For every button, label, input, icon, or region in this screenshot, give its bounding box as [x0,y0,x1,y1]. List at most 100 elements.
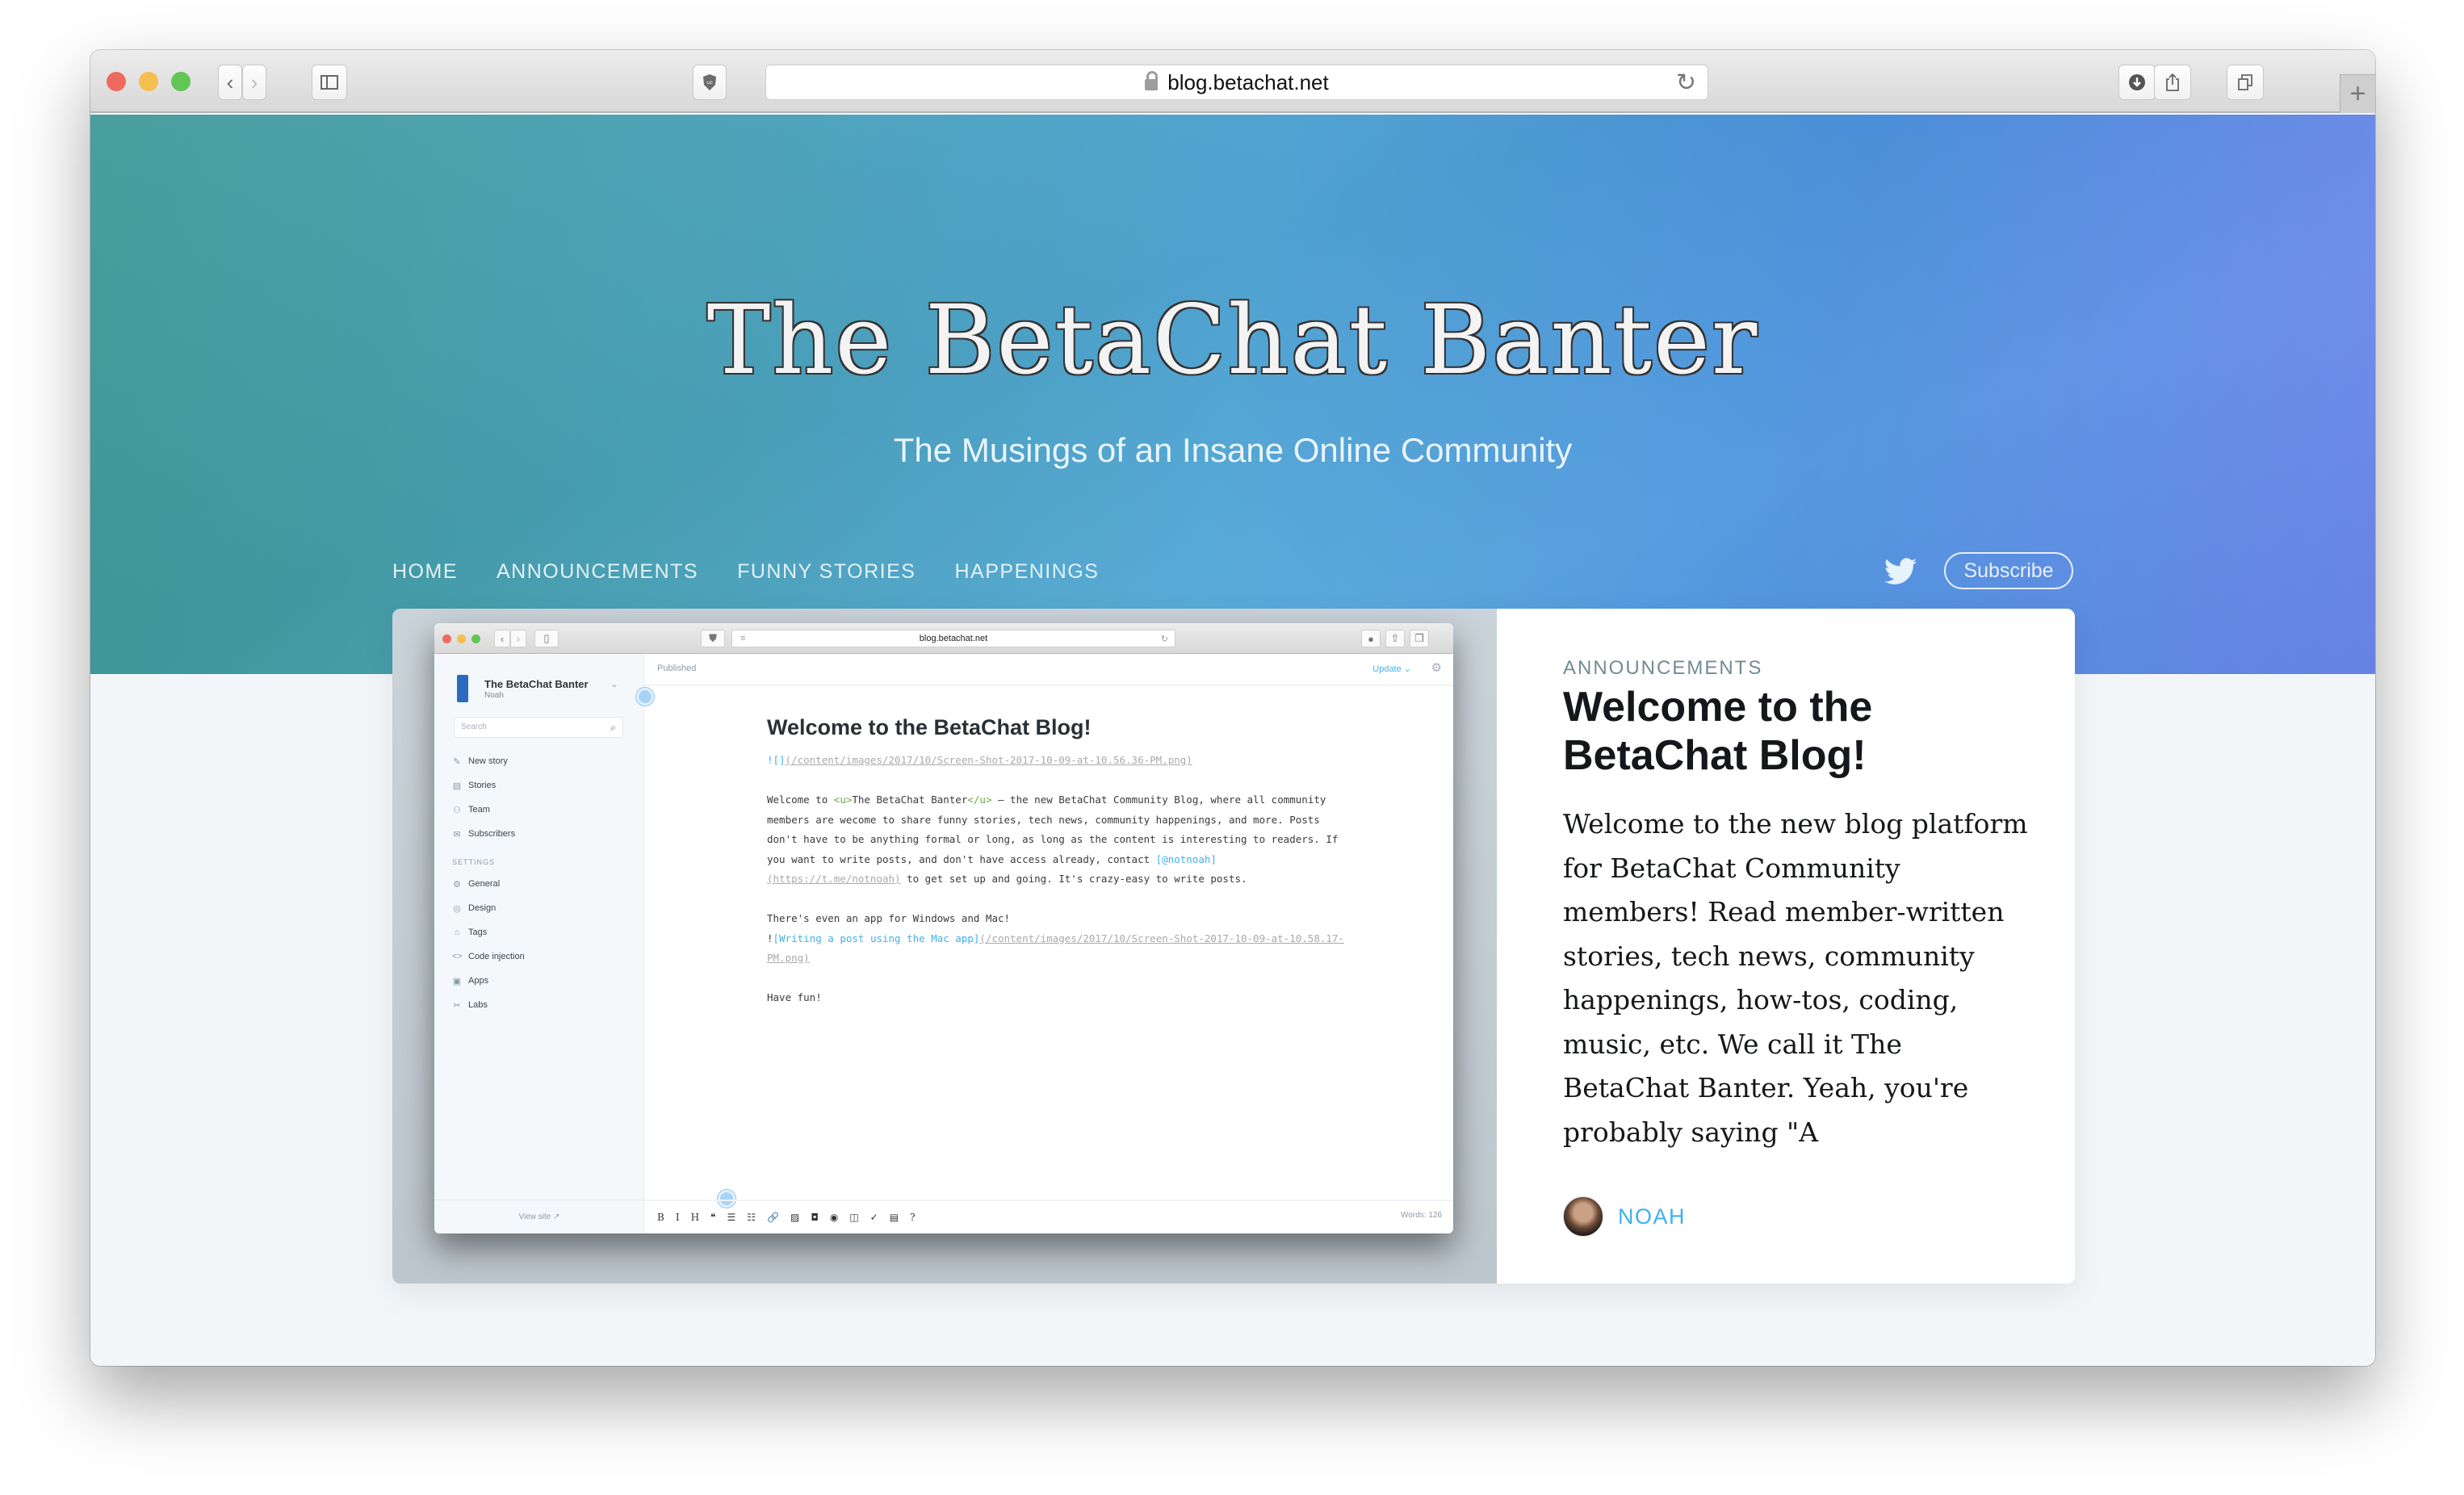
view-site-label: View site [518,1212,551,1221]
main-nav: HOME ANNOUNCEMENTS FUNNY STORIES HAPPENI… [392,560,1099,584]
compass-icon: ◎ [453,903,461,914]
md-p1a: Welcome to [767,794,834,806]
md-img2-alt: [Writing a post using the Mac app] [773,932,980,944]
blog-name: The BetaChat Banter [484,678,589,690]
link-icon: 🔗 [767,1212,779,1223]
browser-toolbar: ‹ › uo blog.betachat.net ↻ + [90,50,2375,113]
settings-label: Labs [468,1000,488,1010]
reload-icon[interactable]: ↻ [1676,69,1696,97]
tabs-overview-button[interactable] [2227,65,2264,100]
mail-icon: ✉ [453,829,461,840]
editor-search-placeholder: Search [461,722,487,731]
page-viewport: The BetaChat Banter The Musings of an In… [90,115,2375,1366]
settings-label: Design [468,903,497,913]
side-by-side-icon: ◫ [849,1212,859,1223]
editor-screenshot: ‹ › ▯ ⛊ ≡ blog.betachat.net ↻ ● ⇧ ❐ The … [434,623,1453,1233]
menu-label: Stories [468,781,497,790]
camera-icon: ◘ [811,1212,819,1223]
new-tab-button[interactable]: + [2340,74,2375,113]
md-img2-prefix: ! [767,932,773,944]
forward-button[interactable]: › [242,65,266,100]
editor-divider [644,685,1453,686]
site-title[interactable]: The BetaChat Banter [90,284,2375,396]
lock-icon [1145,71,1159,90]
editor-settings-item: ⚙ General [452,872,525,896]
featured-post-image[interactable]: ‹ › ▯ ⛊ ≡ blog.betachat.net ↻ ● ⇧ ❐ The … [392,609,1497,1284]
md-p1b: The BetaChat Banter [852,794,968,806]
search-icon: ⌕ [610,722,616,733]
menu-label: Subscribers [468,829,516,839]
mini-minimize-dot [457,634,466,643]
md-img1-url: (/content/images/2017/10/Screen-Shot-201… [785,754,1192,766]
browser-window: ‹ › uo blog.betachat.net ↻ + The BetaCha… [90,50,2375,1366]
post-settings-gear-icon: ⚙ [1431,661,1442,675]
tag-icon: ⌂ [454,928,460,937]
featured-post-card[interactable]: ‹ › ▯ ⛊ ≡ blog.betachat.net ↻ ● ⇧ ❐ The … [392,609,2075,1284]
downloads-button[interactable] [2118,65,2156,100]
address-bar[interactable]: blog.betachat.net ↻ [765,65,1708,100]
numbered-list-icon: ☷ [747,1212,756,1223]
mini-reader-icon: ≡ [740,634,746,643]
nav-funny-stories[interactable]: FUNNY STORIES [737,560,916,584]
subscribe-button[interactable]: Subscribe [1944,552,2073,589]
site-tagline: The Musings of an Insane Online Communit… [893,431,1573,469]
address-bar-url: blog.betachat.net [1167,69,1329,94]
post-title[interactable]: Welcome to the BetaChat Blog! [1563,683,2015,780]
editor-settings-item: <> Code injection [452,944,525,969]
md-tag-open: <u> [833,794,853,806]
editor-screenshot-toolbar: ‹ › ▯ ⛊ ≡ blog.betachat.net ↻ ● ⇧ ❐ [434,623,1453,654]
editor-settings-item: ▣ Apps [452,969,525,993]
nav-home[interactable]: HOME [392,560,458,584]
featured-post-content[interactable]: ANNOUNCEMENTS Welcome to the BetaChat Bl… [1497,609,2075,1284]
settings-label: Code injection [468,952,525,961]
download-icon [2129,74,2145,90]
tools-icon: ✂ [453,1000,461,1011]
ublock-extension-button[interactable]: uo [693,65,727,100]
nav-announcements[interactable]: ANNOUNCEMENTS [497,560,698,584]
md-p1d: to get set up and going. It's crazy-easy… [900,873,1247,885]
post-author[interactable]: NOAH [1563,1196,1686,1237]
author-name[interactable]: NOAH [1618,1204,1686,1229]
preview-icon: ◉ [829,1212,839,1223]
editor-menu-item: ▤ Stories [452,773,525,798]
chevron-down-icon: ⌄ [610,678,619,689]
editor-main: Published Update ⌄ ⚙ Welcome to the Beta… [636,654,1453,1233]
pencil-icon: ✎ [453,756,461,767]
editor-sidebar: The BetaChat Banter Noah ⌄ Search ⌕ ✎ New… [434,654,644,1233]
md-link: [@notnoah] [1155,852,1217,865]
menu-label: Team [468,805,490,815]
md-p3: Have fun! [767,991,822,1003]
post-status: Published [657,664,697,673]
sidebar-toggle-button[interactable] [312,65,347,100]
ublock-shield-icon: uo [703,74,716,90]
post-excerpt[interactable]: Welcome to the new blog platform for Bet… [1563,802,2031,1154]
italic-icon: I [675,1212,680,1223]
post-tag[interactable]: ANNOUNCEMENTS [1563,657,1762,680]
author-avatar[interactable] [1563,1196,1603,1237]
settings-heading: SETTINGS [452,858,496,866]
team-icon: ⚇ [453,805,461,815]
spellcheck-icon: ✓ [870,1212,878,1223]
mini-tabs-icon: ❐ [1410,630,1429,647]
zoom-window-button[interactable] [171,72,191,91]
close-window-button[interactable] [107,72,126,91]
update-button: Update ⌄ [1372,664,1411,674]
md-img1-prefix: ![] [767,754,786,766]
editor-search-input: Search ⌕ [454,717,623,738]
back-button[interactable]: ‹ [218,65,242,100]
twitter-icon[interactable] [1884,557,1917,586]
editor-menu-item: ✉ Subscribers [452,822,525,846]
mini-forward-icon: › [510,630,526,647]
editor-settings-item: ✂ Labs [452,993,525,1017]
document-icon: ▤ [452,781,462,791]
settings-label: Tags [468,928,488,937]
share-button[interactable] [2154,65,2191,100]
code-icon: <> [452,952,463,961]
quote-icon: ❝ [710,1212,716,1223]
svg-text:uo: uo [706,80,713,86]
minimize-window-button[interactable] [139,72,158,91]
mini-ublock-icon: ⛊ [701,630,725,647]
tabs-icon [2238,74,2252,90]
mini-back-icon: ‹ [494,630,510,647]
nav-happenings[interactable]: HAPPENINGS [954,560,1099,584]
